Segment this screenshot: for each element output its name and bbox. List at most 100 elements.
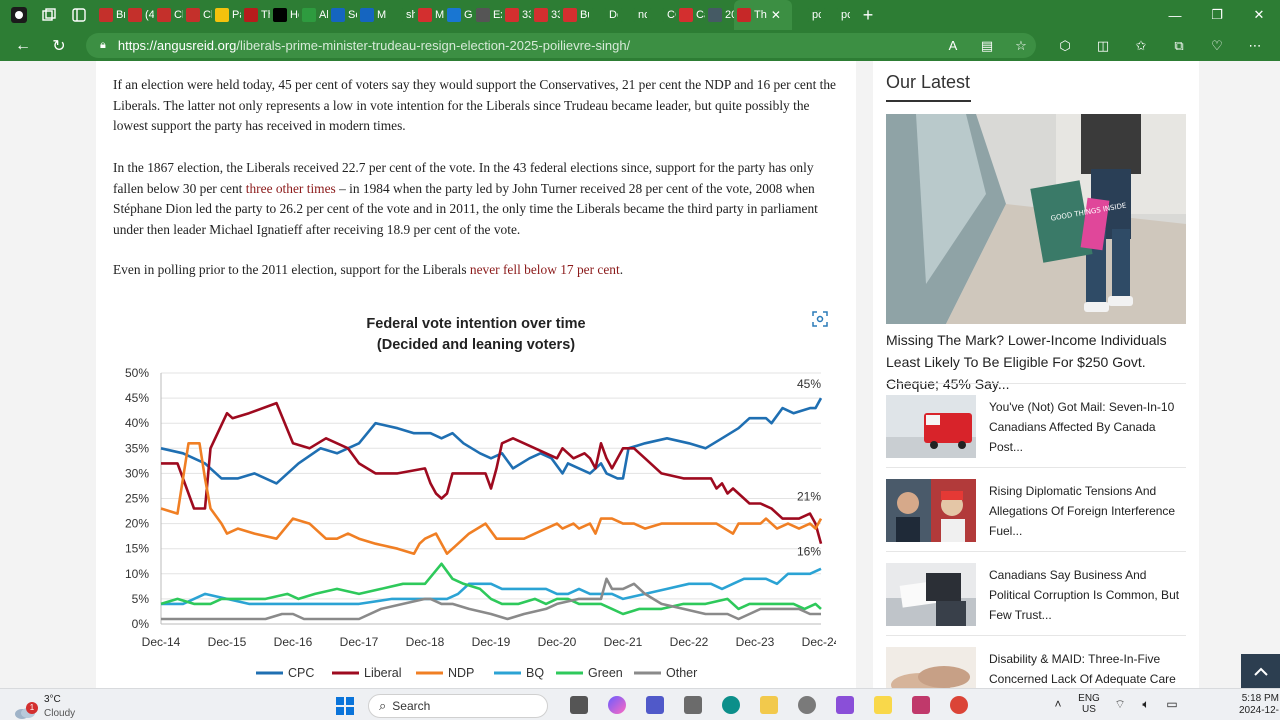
taskbar-search[interactable]: ⌕ Search xyxy=(368,694,548,718)
legend-label-ndp: NDP xyxy=(448,666,474,680)
tab[interactable]: Se xyxy=(328,0,357,30)
teams-icon[interactable] xyxy=(636,693,674,717)
close-window-icon[interactable]: ✕ xyxy=(1238,0,1280,30)
end-value-label: 21% xyxy=(797,490,821,504)
notification-badge: 1 xyxy=(26,702,38,714)
x-tick-label: Dec-17 xyxy=(340,635,379,649)
workspaces-icon[interactable] xyxy=(38,4,60,26)
profile-icon[interactable] xyxy=(8,4,30,26)
tab[interactable]: nc xyxy=(618,0,647,30)
tab[interactable]: 33 xyxy=(531,0,560,30)
windows-start-icon[interactable] xyxy=(336,697,354,715)
list-item[interactable]: Disability & MAID: Three-In-Five Concern… xyxy=(886,647,1191,688)
tab[interactable]: pc xyxy=(792,0,821,30)
list-item[interactable]: Rising Diplomatic Tensions And Allegatio… xyxy=(886,479,1191,543)
close-tab-icon[interactable]: ✕ xyxy=(771,8,781,22)
collections-icon[interactable]: ⧉ xyxy=(1160,38,1198,54)
windows-taskbar: 1 3°C Cloudy ⌕ Search ˄ ENG US ⌔ 🔈︎ ▭ 5:1… xyxy=(0,688,1280,720)
chrome-icon[interactable] xyxy=(940,693,978,717)
refresh-icon[interactable]: ↻ xyxy=(44,31,74,61)
scroll-to-top-button[interactable] xyxy=(1241,654,1280,688)
tab[interactable]: sh xyxy=(386,0,415,30)
tab[interactable]: Th xyxy=(241,0,270,30)
tab[interactable]: Cl xyxy=(183,0,212,30)
browser-essentials-icon[interactable]: ♡ xyxy=(1198,38,1236,54)
list-item-title[interactable]: Canadians Say Business And Political Cor… xyxy=(989,565,1189,625)
battery-icon[interactable]: ▭ xyxy=(1159,697,1185,711)
thumbnail-canada-post[interactable] xyxy=(886,395,976,458)
snipping-tool-icon[interactable] xyxy=(902,693,940,717)
file-explorer-icon[interactable] xyxy=(750,693,788,717)
thumbnail-corruption[interactable] xyxy=(886,563,976,626)
list-item-title[interactable]: You've (Not) Got Mail: Seven-In-10 Canad… xyxy=(989,397,1189,457)
never-fell-below-link[interactable]: never fell below 17 per cent xyxy=(470,262,620,277)
list-item-title[interactable]: Rising Diplomatic Tensions And Allegatio… xyxy=(989,481,1189,541)
tab-active[interactable]: Th ✕ xyxy=(734,0,792,30)
tab[interactable]: Hc xyxy=(270,0,299,30)
tab[interactable]: 33 xyxy=(502,0,531,30)
tab[interactable]: M xyxy=(415,0,444,30)
tab-actions-icon[interactable] xyxy=(68,4,90,26)
tab[interactable]: Ex xyxy=(473,0,502,30)
extensions-icon[interactable]: ⬡ xyxy=(1046,38,1084,54)
three-other-times-link[interactable]: three other times xyxy=(246,181,336,196)
camera-icon[interactable] xyxy=(674,693,712,717)
tab[interactable]: Pa xyxy=(212,0,241,30)
y-tick-label: 15% xyxy=(125,542,149,556)
minimize-icon[interactable]: — xyxy=(1154,0,1196,30)
task-view-icon[interactable] xyxy=(560,693,598,717)
back-icon[interactable]: ← xyxy=(8,31,38,61)
lock-icon[interactable]: 🔒︎ xyxy=(100,39,106,52)
tab[interactable]: All xyxy=(299,0,328,30)
tray-chevron-icon[interactable]: ˄ xyxy=(1045,697,1071,711)
input-language[interactable]: ENG US xyxy=(1071,693,1107,715)
volume-icon[interactable]: 🔈︎ xyxy=(1133,697,1159,712)
tab[interactable]: pc xyxy=(821,0,850,30)
favorites-icon[interactable]: ✩ xyxy=(1122,38,1160,54)
url-text[interactable]: https://angusreid.org/liberals-prime-min… xyxy=(118,38,630,53)
list-item[interactable]: You've (Not) Got Mail: Seven-In-10 Canad… xyxy=(886,395,1191,459)
thumbnail-disability-maid[interactable] xyxy=(886,647,976,688)
list-item[interactable]: Canadians Say Business And Political Cor… xyxy=(886,563,1191,627)
tab-favicon-icon xyxy=(795,8,809,22)
visual-studio-icon[interactable] xyxy=(826,693,864,717)
list-item-title[interactable]: Disability & MAID: Three-In-Five Concern… xyxy=(989,649,1189,688)
tab[interactable]: 20 xyxy=(705,0,734,30)
tab-favicon-icon xyxy=(302,8,316,22)
tab[interactable]: (4 xyxy=(125,0,154,30)
tab-favicon-icon xyxy=(157,8,171,22)
wifi-icon[interactable]: ⌔ xyxy=(1107,697,1133,712)
tab-favicon-icon xyxy=(824,8,838,22)
sticky-notes-icon[interactable] xyxy=(864,693,902,717)
tab[interactable]: CC xyxy=(647,0,676,30)
copilot-icon[interactable] xyxy=(598,693,636,717)
tab[interactable]: Ca xyxy=(676,0,705,30)
feature-article-link[interactable]: Missing The Mark? Lower-Income Individua… xyxy=(886,329,1186,395)
chart-title-line-1: Federal vote intention over time xyxy=(366,316,586,332)
tab[interactable]: Mi xyxy=(357,0,386,30)
system-clock[interactable]: 5:18 PM 2024-12- xyxy=(1235,693,1279,717)
tab[interactable]: Ge xyxy=(444,0,473,30)
vote-intention-chart: 0% 5% 10% 15% 20% 25% 30% 35% 40% 45% 50% Dec-14 Dec… xyxy=(125,366,836,680)
legend-label-bq: BQ xyxy=(526,666,544,680)
edge-icon[interactable] xyxy=(712,693,750,717)
settings-more-icon[interactable]: ⋯ xyxy=(1236,38,1274,54)
thumbnail-diplomatic-tensions[interactable] xyxy=(886,479,976,542)
tab[interactable]: Bri xyxy=(96,0,125,30)
split-screen-icon[interactable]: ◫ xyxy=(1084,38,1122,54)
favorite-star-icon[interactable]: ☆ xyxy=(1004,38,1038,54)
visual-search-icon[interactable] xyxy=(812,311,828,327)
y-tick-label: 25% xyxy=(125,492,149,506)
immersive-reader-icon[interactable]: ▤ xyxy=(970,38,1004,54)
address-bar[interactable]: 🔒︎ https://angusreid.org/liberals-prime-… xyxy=(86,33,1036,58)
x-tick-label: Dec-24 xyxy=(802,635,836,649)
read-aloud-icon[interactable]: A xyxy=(936,38,970,53)
tab[interactable]: Bu xyxy=(560,0,589,30)
feature-image[interactable]: GOOD THINGS INSIDE xyxy=(886,114,1186,324)
new-tab-button[interactable]: + xyxy=(856,5,880,26)
y-tick-label: 5% xyxy=(132,592,150,606)
tab[interactable]: De xyxy=(589,0,618,30)
restore-icon[interactable]: ❐ xyxy=(1196,0,1238,30)
tab[interactable]: Ch xyxy=(154,0,183,30)
settings-gear-icon[interactable] xyxy=(788,693,826,717)
